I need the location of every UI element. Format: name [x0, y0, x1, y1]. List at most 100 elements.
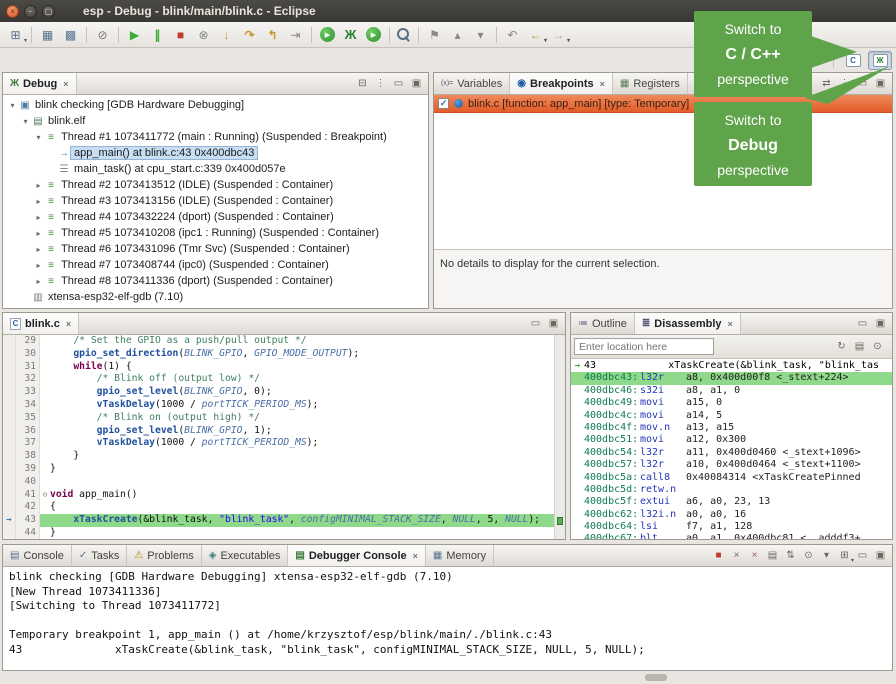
tab-debug[interactable]: ЖDebug×	[3, 73, 77, 94]
line-number[interactable]: 29	[16, 335, 40, 348]
collapse-all-icon[interactable]: ⊟	[354, 76, 371, 92]
window-minimize-button[interactable]: −	[24, 5, 37, 18]
tab-executables[interactable]: ◈Executables	[202, 545, 289, 566]
close-tab-icon[interactable]: ×	[600, 79, 605, 89]
debug-tree-row[interactable]: ▸≡Thread #3 1073413156 (IDLE) (Suspended…	[3, 193, 428, 209]
remove-launch-icon[interactable]: ×	[728, 548, 745, 564]
line-number[interactable]: 34	[16, 399, 40, 412]
instruction-stepping-icon[interactable]: ⇥	[284, 24, 307, 45]
annotation-ruler-cell[interactable]	[3, 463, 16, 476]
annotation-ruler-cell[interactable]	[3, 412, 16, 425]
debug-tree-row[interactable]: →app_main() at blink.c:43 0x400dbc43	[3, 145, 428, 161]
code-line[interactable]: 36 gpio_set_level(BLINK_GPIO, 1);	[3, 425, 554, 438]
debug-tree-row[interactable]: ▸≡Thread #4 1073432224 (dport) (Suspende…	[3, 209, 428, 225]
close-tab-icon[interactable]: ×	[728, 319, 733, 329]
back-icon[interactable]: ←▾	[524, 24, 547, 45]
debug-tree-row[interactable]: ▸≡Thread #6 1073431096 (Tmr Svc) (Suspen…	[3, 241, 428, 257]
forward-icon[interactable]: →▾	[547, 24, 570, 45]
display-selected-console-icon[interactable]: ▾	[818, 548, 835, 564]
collapse-arrow-icon[interactable]: ▾	[20, 117, 31, 126]
remove-all-launches-icon[interactable]: ×	[746, 548, 763, 564]
expand-arrow-icon[interactable]: ▸	[33, 245, 44, 254]
view-menu-icon[interactable]: ⋮	[372, 76, 389, 92]
code-line[interactable]: 35 /* Blink on (output high) */	[3, 412, 554, 425]
code-line[interactable]: 44}	[3, 527, 554, 539]
disassembly-instruction-line[interactable]: 400dbc43:l32ra8, 0x400d00f8 <_stext+224>	[571, 372, 892, 384]
line-number[interactable]: 38	[16, 450, 40, 463]
minimize-icon[interactable]: ▭	[527, 316, 544, 332]
line-number[interactable]: 43	[16, 514, 40, 527]
line-number[interactable]: 44	[16, 527, 40, 539]
maximize-icon[interactable]: ▣	[545, 316, 562, 332]
disassembly-instruction-line[interactable]: 400dbc51:movia12, 0x300	[571, 434, 892, 446]
run-icon[interactable]: ▶	[320, 27, 335, 42]
line-number[interactable]: 35	[16, 412, 40, 425]
disassembly-instruction-line[interactable]: 400dbc54:l32ra11, 0x400d0460 <_stext+109…	[571, 447, 892, 459]
terminate-icon[interactable]: ■	[169, 24, 192, 45]
annotation-ruler-cell[interactable]	[3, 348, 16, 361]
tab-breakpoints[interactable]: ◉Breakpoints×	[510, 73, 613, 94]
instruction-pointer-icon[interactable]: →	[3, 514, 16, 527]
disassembly-source-line[interactable]: →43 xTaskCreate(&blink_task, "blink_tas	[571, 360, 892, 372]
tab-disassembly[interactable]: ≣Disassembly×	[635, 313, 741, 334]
disassembly-instruction-line[interactable]: 400dbc62:l32i.na0, a0, 16	[571, 509, 892, 521]
line-number[interactable]: 41	[16, 489, 40, 502]
save-icon[interactable]: ▦	[36, 24, 59, 45]
code-line[interactable]: 39}	[3, 463, 554, 476]
line-number[interactable]: 39	[16, 463, 40, 476]
disassembly-instruction-line[interactable]: 400dbc5d:retw.n	[571, 484, 892, 496]
show-source-icon[interactable]: ▤	[851, 339, 868, 355]
annotation-ruler-cell[interactable]	[3, 527, 16, 539]
bookmark-icon[interactable]: ⚑	[423, 24, 446, 45]
code-line[interactable]: 38 }	[3, 450, 554, 463]
tab-console[interactable]: ▤Console	[3, 545, 72, 566]
tab-tasks[interactable]: ✓Tasks	[72, 545, 128, 566]
breakpoint-checkbox[interactable]: ✓	[438, 98, 449, 109]
annotation-ruler-cell[interactable]	[3, 489, 16, 502]
tab-blink-c[interactable]: Cblink.c×	[3, 313, 79, 334]
new-wizard-icon-menu[interactable]: ▾	[24, 37, 27, 44]
annotation-ruler-cell[interactable]	[3, 399, 16, 412]
debug-tree-row[interactable]: ▾≡Thread #1 1073411772 (main : Running) …	[3, 129, 428, 145]
debug-tree-row[interactable]: ▾▤blink.elf	[3, 113, 428, 129]
next-annotation-icon[interactable]: ▾	[469, 24, 492, 45]
external-tools-icon[interactable]: ▶	[366, 27, 381, 42]
collapse-arrow-icon[interactable]: ▾	[7, 101, 18, 110]
line-number[interactable]: 37	[16, 437, 40, 450]
code-line[interactable]: 31 while(1) {	[3, 361, 554, 374]
expand-arrow-icon[interactable]: ▸	[33, 213, 44, 222]
disassembly-instruction-line[interactable]: 400dbc5f:extuia6, a0, 23, 13	[571, 496, 892, 508]
code-line[interactable]: 33 gpio_set_level(BLINK_GPIO, 0);	[3, 386, 554, 399]
minimize-icon[interactable]: ▭	[854, 316, 871, 332]
disassembly-instruction-line[interactable]: 400dbc67:blta0, a1, 0x400dbc81 <__adddf3…	[571, 533, 892, 539]
line-number[interactable]: 30	[16, 348, 40, 361]
tab-variables[interactable]: (x)=Variables	[434, 73, 510, 94]
line-number[interactable]: 32	[16, 373, 40, 386]
debug-tree-row[interactable]: ▾▣blink checking [GDB Hardware Debugging…	[3, 97, 428, 113]
line-number[interactable]: 33	[16, 386, 40, 399]
expand-arrow-icon[interactable]: ▸	[33, 261, 44, 270]
disassembly-instruction-line[interactable]: 400dbc46:s32ia8, a1, 0	[571, 385, 892, 397]
code-line[interactable]: 32 /* Blink off (output low) */	[3, 373, 554, 386]
disassembly-instruction-line[interactable]: 400dbc4c:movia14, 5	[571, 410, 892, 422]
disconnect-icon[interactable]: ⊗	[192, 24, 215, 45]
step-return-icon[interactable]: ↰	[261, 24, 284, 45]
minimize-icon[interactable]: ▭	[854, 548, 871, 564]
disassembly-instruction-line[interactable]: 400dbc57:l32ra10, 0x400d0464 <_stext+110…	[571, 459, 892, 471]
disassembly-instruction-line[interactable]: 400dbc49:movia15, 0	[571, 397, 892, 409]
close-tab-icon[interactable]: ×	[63, 79, 68, 89]
tab-debugger-console[interactable]: ▤Debugger Console×	[288, 545, 426, 566]
last-edit-location-icon[interactable]: ↶	[501, 24, 524, 45]
line-number[interactable]: 42	[16, 501, 40, 514]
open-console-icon[interactable]: ⊞▾	[836, 548, 853, 564]
code-line[interactable]: 34 vTaskDelay(1000 / portTICK_PERIOD_MS)…	[3, 399, 554, 412]
code-line[interactable]: →43 xTaskCreate(&blink_task, "blink_task…	[3, 514, 554, 527]
annotation-ruler-cell[interactable]	[3, 386, 16, 399]
code-line[interactable]: 41⊖void app_main()	[3, 489, 554, 502]
debug-icon[interactable]: Ж	[339, 24, 362, 45]
window-close-button[interactable]: ×	[6, 5, 19, 18]
fold-marker-icon[interactable]: ⊖	[40, 489, 50, 502]
code-line[interactable]: 42{	[3, 501, 554, 514]
tab-registers[interactable]: ▦Registers	[613, 73, 688, 94]
code-line[interactable]: 30 gpio_set_direction(BLINK_GPIO, GPIO_M…	[3, 348, 554, 361]
